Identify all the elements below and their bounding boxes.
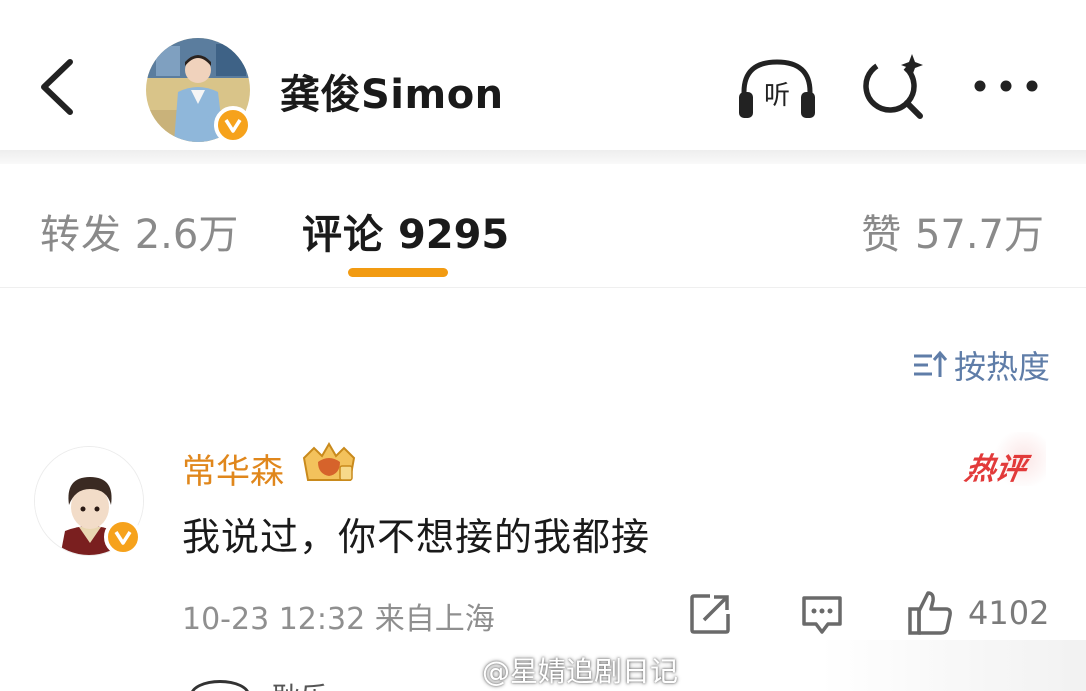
tab-repost[interactable]: 转发 2.6万 [40,202,238,260]
tab-like-count: 57.7万 [914,212,1044,258]
tab-comment-count: 9295 [397,212,510,258]
share-icon [690,594,730,634]
tab-like-label: 赞 [861,212,903,258]
hot-comment-badge: 热评 [962,452,1029,487]
crown-badge-icon[interactable] [300,440,358,486]
verified-badge-icon [214,106,252,144]
more-button[interactable] [968,66,1044,106]
author-name[interactable]: 龚俊Simon [280,62,504,120]
comment-time: 10-23 12:32 [182,602,366,637]
like-count: 4102 [968,594,1050,632]
search-button[interactable] [858,50,930,122]
comment-meta: 10-23 12:32 来自上海 [182,594,495,638]
tab-repost-count: 2.6万 [134,212,239,258]
listen-button[interactable]: 听 [734,52,820,122]
next-reply-name[interactable]: 耿乐 [272,676,328,691]
next-reply-avatar[interactable] [190,680,250,691]
tab-comment-label: 评论 [302,212,384,258]
watermark: @星婧追剧日记 [438,650,678,690]
commenter-avatar[interactable] [34,446,144,556]
bottom-fade [820,640,1086,691]
weibo-logo-icon [439,657,477,685]
back-button[interactable] [30,52,90,122]
post-header: 龚俊Simon 听 [0,0,1086,150]
chevron-left-icon [41,59,73,115]
post-tabs: 转发 2.6万 评论 9295 赞 57.7万 [0,164,1086,288]
comment-icon [802,596,842,634]
comment-text[interactable]: 我说过，你不想接的我都接 [182,506,650,561]
comment-location: 来自上海 [374,602,495,637]
commenter-verified-icon [104,518,142,556]
headphones-icon: 听 [739,59,815,118]
more-dots-icon [974,80,1038,92]
thumbs-up-icon [908,591,952,635]
tab-like[interactable]: 赞 57.7万 [861,202,1044,260]
search-sparkle-icon [863,54,923,119]
active-tab-indicator [348,268,448,277]
watermark-text: @星婧追剧日记 [482,655,679,688]
tab-repost-label: 转发 [40,212,122,258]
sort-button[interactable]: 按热度 [912,342,1050,388]
share-button[interactable] [688,592,732,636]
header-divider [0,150,1086,164]
sort-icon [913,350,948,377]
like-button[interactable]: 4102 [906,588,1049,638]
sort-label: 按热度 [953,348,1050,386]
listen-label: 听 [764,81,790,111]
reply-button[interactable] [800,592,844,636]
tab-comment[interactable]: 评论 9295 [302,202,509,260]
commenter-name[interactable]: 常华森 [182,444,284,493]
author-avatar[interactable] [146,38,252,144]
